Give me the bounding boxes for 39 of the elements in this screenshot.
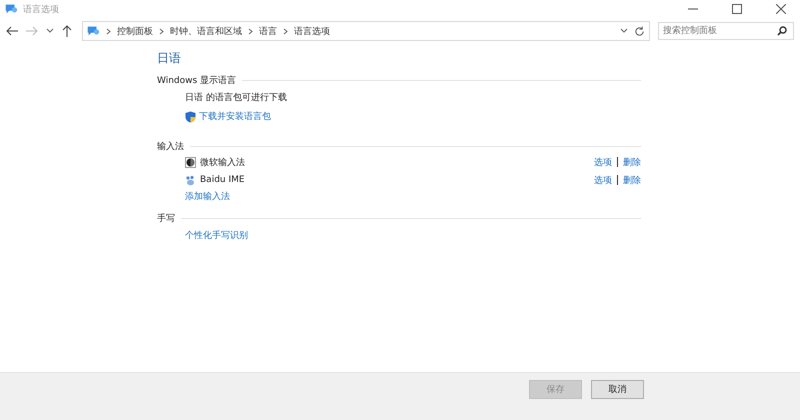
- add-input-method-link[interactable]: 添加输入法: [185, 190, 230, 203]
- breadcrumb[interactable]: 语言选项: [294, 24, 330, 38]
- back-icon[interactable]: [6, 26, 18, 36]
- up-icon[interactable]: [62, 25, 72, 37]
- options-link[interactable]: 选项: [594, 156, 612, 168]
- section-heading: 输入法: [157, 140, 184, 152]
- language-title: 日语: [157, 50, 182, 67]
- paw-icon: [185, 174, 196, 186]
- handwriting-link[interactable]: 个性化手写识别: [185, 231, 248, 241]
- ime-icon: [185, 156, 196, 168]
- refresh-icon[interactable]: [634, 26, 645, 36]
- shield-icon: [185, 110, 196, 122]
- breadcrumb[interactable]: 控制面板: [117, 24, 153, 38]
- control-panel-icon: [86, 24, 100, 38]
- ime-name: 微软输入法: [200, 156, 245, 168]
- chevron-icon: [106, 28, 111, 34]
- breadcrumb[interactable]: 语言: [259, 24, 277, 38]
- remove-link[interactable]: 删除: [623, 174, 641, 186]
- maximize-icon[interactable]: [732, 4, 742, 14]
- search-field[interactable]: 搜索控制面板: [658, 22, 794, 40]
- address-bar[interactable]: 控制面板 时钟、语言和区域 语言 语言选项: [82, 21, 650, 41]
- remove-link[interactable]: 删除: [623, 156, 641, 168]
- breadcrumb[interactable]: 时钟、语言和区域: [170, 24, 242, 38]
- status-text: 日语 的语言包可进行下载: [185, 92, 288, 104]
- dropdown-icon[interactable]: [46, 28, 54, 34]
- window-title: 语言选项: [23, 4, 59, 16]
- control-panel-icon: [4, 2, 18, 16]
- dialog-button[interactable]: 取消: [591, 380, 644, 399]
- close-icon[interactable]: [776, 4, 786, 14]
- dropdown-icon[interactable]: [620, 28, 628, 34]
- chevron-icon: [283, 28, 288, 34]
- ime-name: Baidu IME: [200, 175, 245, 185]
- options-link[interactable]: 选项: [594, 174, 612, 186]
- section-heading: 手写: [157, 212, 175, 224]
- section-heading: Windows 显示语言: [157, 74, 236, 86]
- chevron-icon: [159, 28, 164, 34]
- search-icon: [777, 26, 787, 36]
- download-link[interactable]: 下载并安装语言包: [199, 110, 271, 123]
- chevron-icon: [248, 28, 253, 34]
